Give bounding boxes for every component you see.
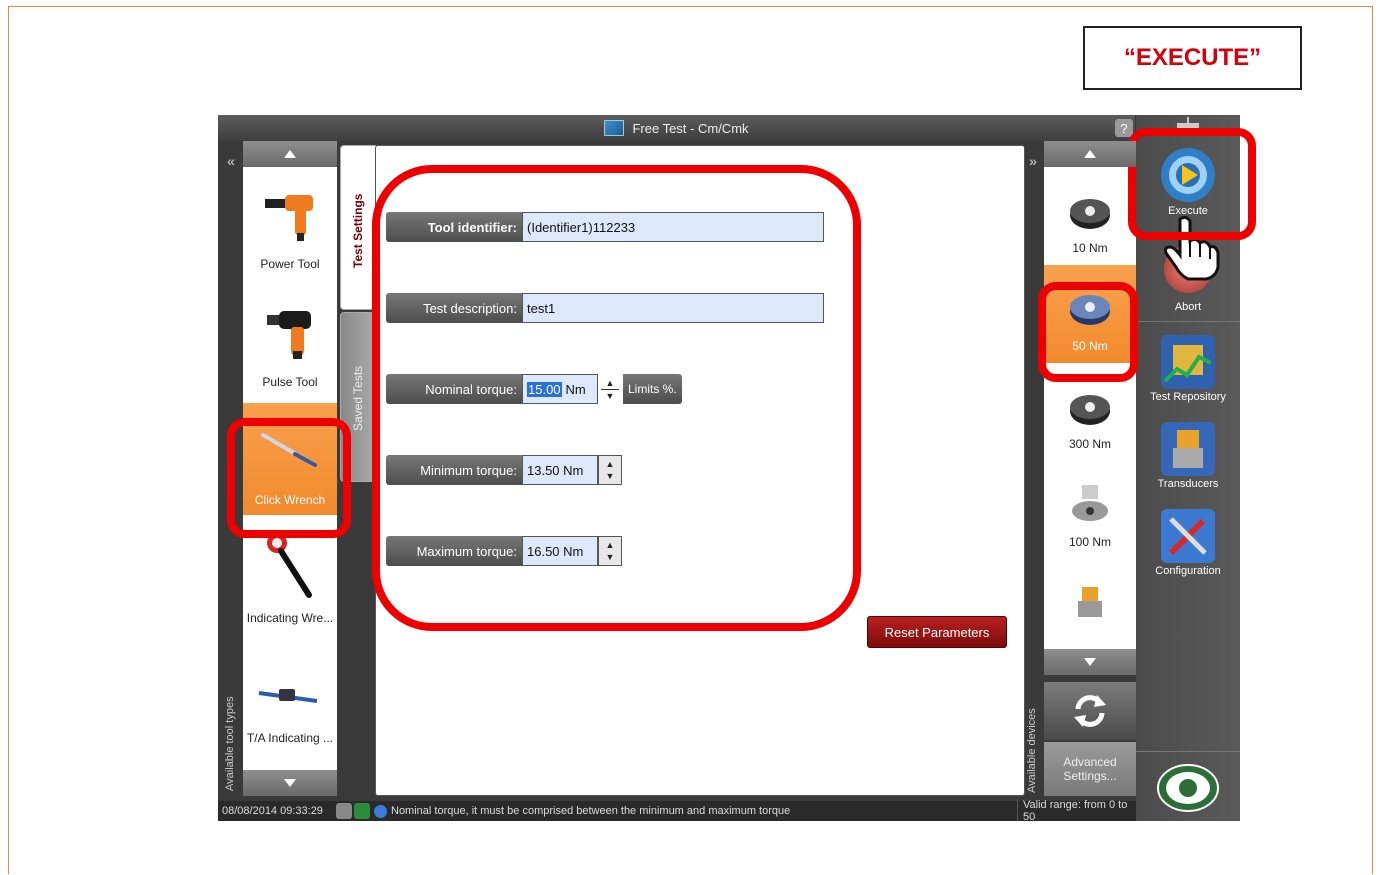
- device-label: 300 Nm: [1068, 437, 1112, 451]
- reset-parameters-button[interactable]: Reset Parameters: [867, 616, 1007, 648]
- collapse-left-button[interactable]: «: [220, 153, 242, 169]
- status-range: Valid range: from 0 to 50: [1017, 799, 1136, 821]
- device-item-100nm[interactable]: 100 Nm: [1044, 461, 1136, 559]
- configuration-button[interactable]: Configuration: [1136, 507, 1240, 577]
- execute-highlight: [1128, 128, 1256, 240]
- arrow-up-icon: [1084, 150, 1096, 158]
- status-datetime: 08/08/2014 09:33:29: [222, 805, 323, 817]
- refresh-icon: [1074, 695, 1106, 727]
- device-50nm-highlight: [1038, 282, 1138, 382]
- tool-label: Indicating Wre...: [246, 611, 334, 625]
- execute-callout: “EXECUTE”: [1083, 26, 1302, 90]
- info-icon: [374, 804, 387, 818]
- test-repository-icon: [1161, 335, 1215, 389]
- ta-indicating-icon: [258, 689, 318, 703]
- transducers-label: Transducers: [1157, 478, 1219, 490]
- arrow-down-icon: [284, 779, 296, 787]
- scroll-up-button[interactable]: [243, 141, 337, 167]
- tool-label: Pulse Tool: [262, 375, 318, 389]
- transducer-icon: [1070, 395, 1110, 425]
- device-label: 10 Nm: [1072, 241, 1108, 255]
- indicating-wrench-icon: [267, 533, 312, 598]
- arrow-up-icon: [284, 150, 296, 158]
- tool-label: T/A Indicating ...: [246, 731, 334, 745]
- sidebar-divider: [1136, 321, 1240, 322]
- status-message: Nominal torque, it must be comprised bet…: [391, 805, 791, 817]
- form-highlight: [372, 165, 861, 631]
- pulse-tool-icon: [267, 311, 311, 359]
- click-wrench-highlight: [227, 418, 351, 538]
- tool-item-power-tool[interactable]: Power Tool: [243, 167, 337, 279]
- transducer-icon: [1078, 587, 1102, 617]
- collapse-right-button[interactable]: »: [1022, 153, 1044, 169]
- window-icon: [604, 120, 625, 136]
- arrow-down-icon: [1084, 658, 1096, 666]
- configuration-icon: [1161, 509, 1215, 563]
- configuration-label: Configuration: [1155, 565, 1221, 577]
- device-item-10nm[interactable]: 10 Nm: [1044, 167, 1136, 265]
- test-repository-label: Test Repository: [1150, 391, 1226, 403]
- tool-item-pulse-tool[interactable]: Pulse Tool: [243, 285, 337, 397]
- abort-label: Abort: [1174, 301, 1202, 313]
- device-label: 100 Nm: [1068, 535, 1112, 549]
- transducer-icon: [1072, 485, 1108, 521]
- bluetooth-icon: [336, 803, 352, 819]
- transducer-icon: [1070, 199, 1110, 229]
- left-panel-caption: Available tool types: [224, 696, 236, 791]
- tab-test-settings-label: Test Settings: [351, 193, 365, 268]
- power-tool-icon: [265, 195, 313, 241]
- title-bar: Free Test - Cm/Cmk: [218, 115, 1135, 141]
- help-button[interactable]: ?: [1115, 119, 1133, 137]
- advanced-settings-button[interactable]: Advanced Settings...: [1044, 742, 1136, 796]
- tool-label: Power Tool: [260, 257, 320, 271]
- scs-logo-icon: [1157, 764, 1219, 812]
- window-title: Free Test - Cm/Cmk: [632, 120, 749, 136]
- tool-item-ta-indicating[interactable]: T/A Indicating ...: [243, 641, 337, 753]
- tab-test-settings[interactable]: Test Settings: [340, 145, 376, 310]
- devices-panel: 10 Nm 50 Nm 300 Nm 100 Nm: [1044, 141, 1136, 649]
- right-panel-caption: Available devices: [1026, 708, 1038, 793]
- device-scroll-down-button[interactable]: [1044, 649, 1136, 675]
- refresh-devices-button[interactable]: [1044, 682, 1136, 740]
- transducers-button[interactable]: Transducers: [1136, 420, 1240, 490]
- scroll-down-button[interactable]: [243, 770, 337, 796]
- sidebar-divider: [1136, 751, 1240, 752]
- usb-icon: [354, 803, 370, 819]
- tab-saved-tests-label: Saved Tests: [351, 365, 365, 431]
- test-repository-button[interactable]: Test Repository: [1136, 333, 1240, 403]
- transducers-icon: [1161, 422, 1215, 476]
- device-item-unnamed[interactable]: [1044, 559, 1136, 657]
- status-bar: 08/08/2014 09:33:29 Nominal torque, it m…: [218, 799, 1136, 821]
- device-scroll-up-button[interactable]: [1044, 141, 1136, 167]
